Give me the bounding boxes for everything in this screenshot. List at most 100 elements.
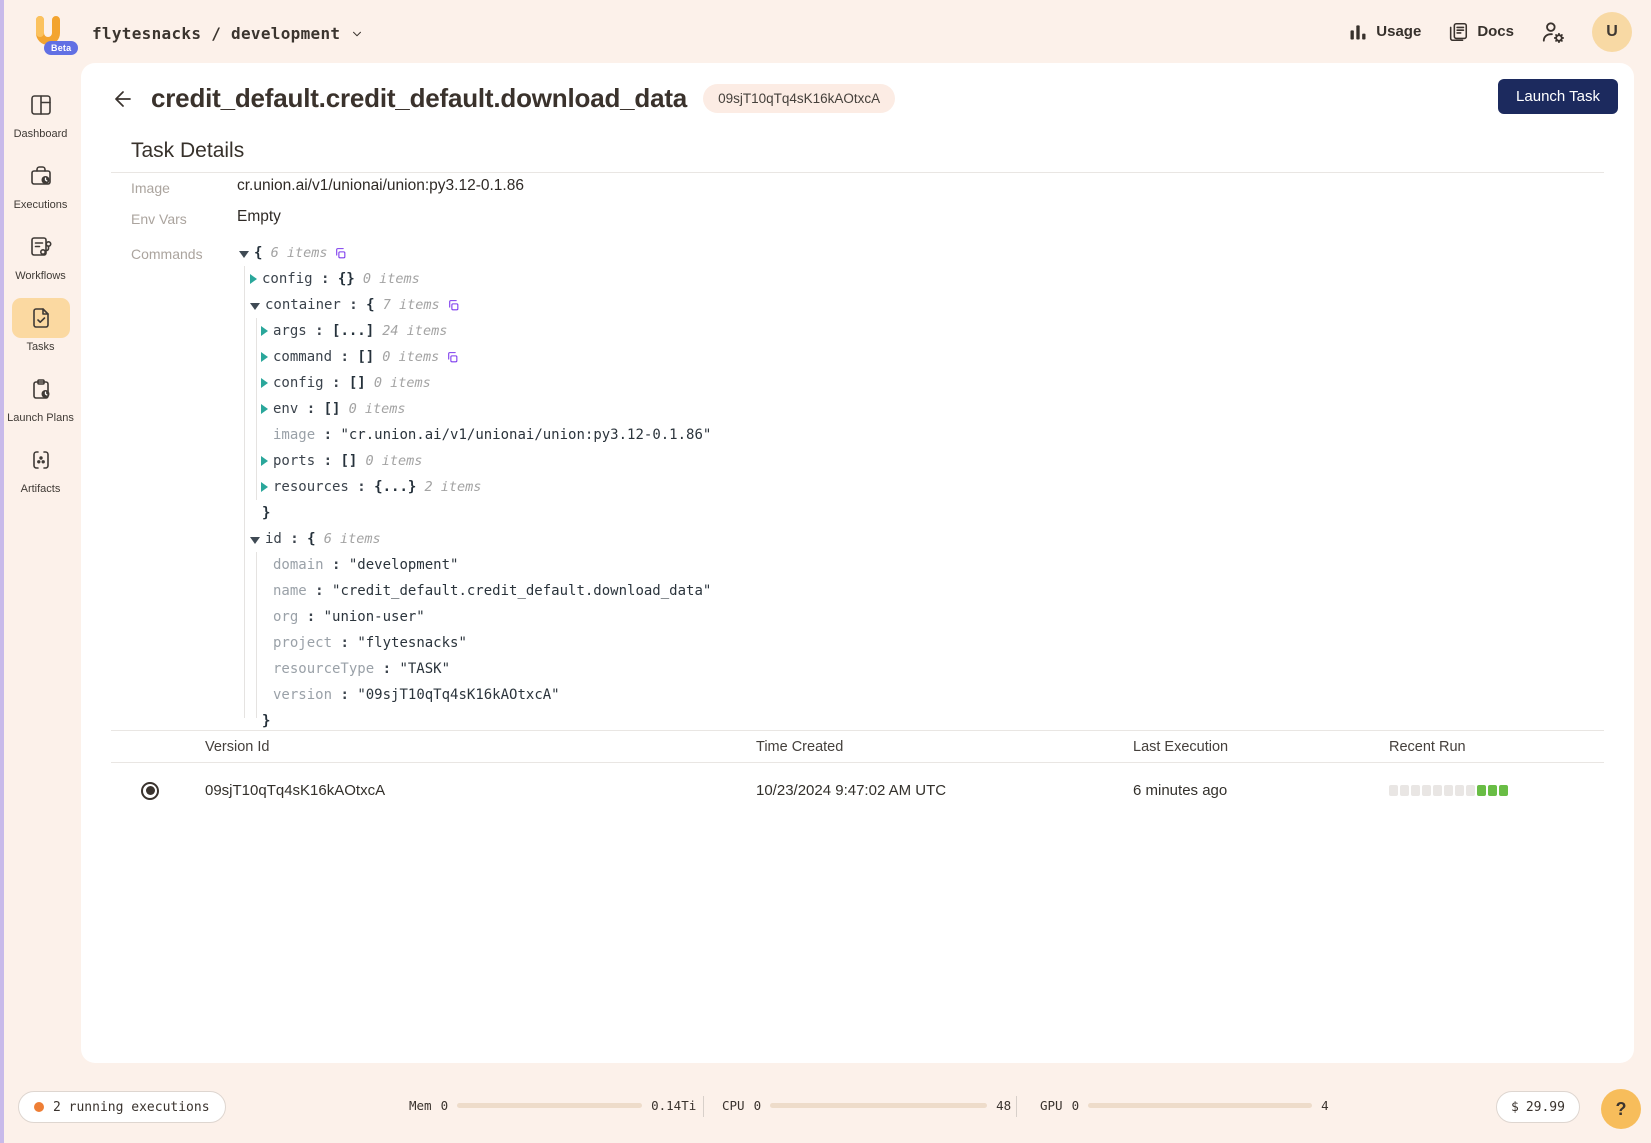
sidebar-item-tasks[interactable]: Tasks — [6, 298, 76, 354]
run-square-empty — [1422, 785, 1431, 796]
copy-icon[interactable] — [447, 299, 460, 312]
json-value: "union-user" — [324, 609, 425, 625]
memory-meter-min: 0 — [441, 1098, 449, 1113]
expand-icon[interactable] — [261, 378, 268, 388]
beta-badge: Beta — [44, 41, 78, 55]
tasks-icon — [29, 306, 53, 330]
running-executions-chip[interactable]: 2 running executions — [18, 1091, 226, 1123]
gpu-meter-min: 0 — [1072, 1098, 1080, 1113]
col-header-time-created: Time Created — [756, 739, 1133, 755]
executions-icon — [29, 164, 53, 188]
breadcrumb[interactable]: flytesnacks / development — [92, 24, 364, 43]
json-value: "TASK" — [399, 661, 450, 677]
json-key: id — [265, 531, 282, 547]
sidebar-item-label: Tasks — [26, 341, 54, 354]
json-tree-row: } — [237, 708, 1337, 730]
json-tree-row: { 6 items — [237, 240, 1337, 266]
sidebar-item-executions[interactable]: Executions — [6, 156, 76, 212]
col-header-version-id: Version Id — [205, 739, 756, 755]
breadcrumb-label: flytesnacks / development — [92, 24, 340, 43]
json-brace: [] — [349, 375, 366, 391]
version-badge: 09sjT10qTq4sK16kAOtxcA — [703, 84, 895, 113]
json-key: project — [273, 635, 332, 651]
cpu-meter: CPU 0 48 — [722, 1098, 1011, 1113]
gpu-meter-bar — [1088, 1103, 1312, 1108]
commands-label: Commands — [131, 246, 203, 262]
back-button[interactable] — [111, 87, 135, 111]
json-key: env — [273, 401, 298, 417]
collapse-icon[interactable] — [250, 537, 260, 544]
sidebar-item-workflows[interactable]: Workflows — [6, 227, 76, 283]
main-card: credit_default.credit_default.download_d… — [81, 63, 1634, 1063]
run-square-success — [1488, 785, 1497, 796]
meter-divider — [1016, 1096, 1017, 1117]
memory-meter-bar — [457, 1103, 642, 1108]
table-header-row: Version Id Time Created Last Execution R… — [81, 731, 1634, 762]
launch-plans-icon — [29, 377, 53, 401]
sidebar-item-launch-plans[interactable]: Launch Plans — [6, 369, 76, 425]
run-square-empty — [1444, 785, 1453, 796]
json-items-count: 2 items — [416, 479, 481, 495]
json-key: ports — [273, 453, 315, 469]
launch-task-button[interactable]: Launch Task — [1498, 79, 1618, 114]
json-key: name — [273, 583, 307, 599]
json-brace: [] — [357, 349, 374, 365]
run-square-empty — [1400, 785, 1409, 796]
docs-icon — [1447, 21, 1469, 43]
expand-icon[interactable] — [261, 404, 268, 414]
cell-time-created: 10/23/2024 9:47:02 AM UTC — [756, 782, 1133, 799]
expand-icon[interactable] — [261, 352, 268, 362]
copy-icon[interactable] — [446, 351, 459, 364]
usage-link[interactable]: Usage — [1348, 22, 1421, 42]
collapse-icon[interactable] — [250, 303, 260, 310]
json-brace: [] — [340, 453, 357, 469]
cost-chip[interactable]: $ 29.99 — [1496, 1091, 1580, 1123]
avatar[interactable]: U — [1592, 12, 1632, 52]
json-items-count: 0 items — [357, 453, 422, 469]
expand-icon[interactable] — [261, 326, 268, 336]
json-key: config — [262, 271, 313, 287]
person-gear-icon — [1540, 19, 1566, 45]
dollar-icon: $ — [1511, 1100, 1519, 1115]
gpu-meter-label: GPU — [1040, 1098, 1063, 1113]
json-items-count: 0 items — [355, 271, 420, 287]
json-tree-row: args : [...] 24 items — [237, 318, 1337, 344]
chevron-down-icon[interactable] — [350, 27, 364, 41]
page-title: credit_default.credit_default.download_d… — [151, 83, 687, 114]
env-vars-value: Empty — [237, 208, 281, 226]
image-label: Image — [131, 180, 170, 196]
json-items-count: 6 items — [316, 531, 381, 547]
expand-icon[interactable] — [261, 482, 268, 492]
json-tree-row: id : { 6 items — [237, 526, 1337, 552]
collapse-icon[interactable] — [239, 251, 249, 258]
json-items-count: 7 items — [375, 297, 440, 313]
env-vars-label: Env Vars — [131, 211, 187, 227]
running-status-dot-icon — [34, 1102, 44, 1112]
json-key: domain — [273, 557, 324, 573]
help-button[interactable]: ? — [1601, 1089, 1641, 1129]
json-brace: {} — [338, 271, 355, 287]
col-header-recent-run: Recent Run — [1389, 739, 1634, 755]
run-square-success — [1477, 785, 1486, 796]
cell-version-id: 09sjT10qTq4sK16kAOtxcA — [205, 782, 756, 799]
image-value: cr.union.ai/v1/unionai/union:py3.12-0.1.… — [237, 177, 524, 195]
expand-icon[interactable] — [261, 456, 268, 466]
copy-icon[interactable] — [334, 247, 347, 260]
run-square-empty — [1455, 785, 1464, 796]
json-tree-row: config : {} 0 items — [237, 266, 1337, 292]
recent-run-squares — [1389, 785, 1634, 796]
json-key: image — [273, 427, 315, 443]
run-square-success — [1499, 785, 1508, 796]
sidebar-item-dashboard[interactable]: Dashboard — [6, 85, 76, 141]
user-settings-button[interactable] — [1540, 19, 1566, 45]
workflows-icon — [29, 235, 53, 259]
json-items-count: 0 items — [340, 401, 405, 417]
expand-icon[interactable] — [250, 274, 257, 284]
usage-label: Usage — [1376, 23, 1421, 40]
docs-link[interactable]: Docs — [1447, 21, 1514, 43]
indent-guide — [256, 318, 257, 500]
sidebar-item-artifacts[interactable]: Artifacts — [6, 440, 76, 496]
version-radio[interactable] — [141, 782, 159, 800]
cpu-meter-label: CPU — [722, 1098, 745, 1113]
gpu-meter-max: 4 — [1321, 1098, 1329, 1113]
